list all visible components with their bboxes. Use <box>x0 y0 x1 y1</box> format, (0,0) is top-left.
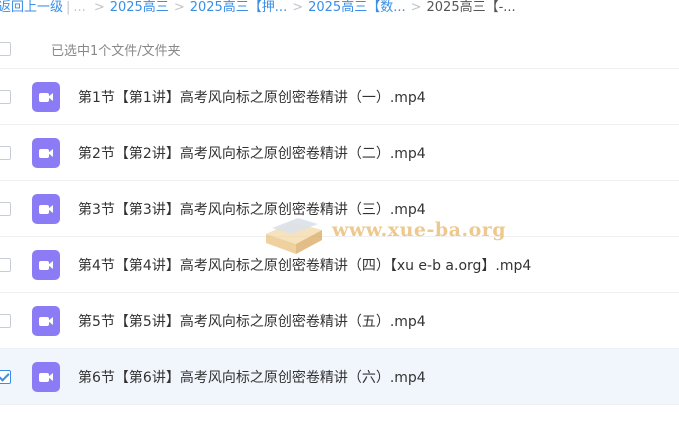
breadcrumb-separator: > <box>93 0 105 15</box>
file-name[interactable]: 第3节【第3讲】高考风向标之原创密卷精讲（三）.mp4 <box>78 199 426 219</box>
list-header: 已选中1个文件/文件夹 <box>0 30 679 69</box>
file-name[interactable]: 第6节【第6讲】高考风向标之原创密卷精讲（六）.mp4 <box>78 367 426 387</box>
breadcrumb-separator: > <box>410 0 422 15</box>
video-file-icon <box>32 137 60 168</box>
row-checkbox[interactable] <box>0 369 11 384</box>
file-row[interactable]: 第2节【第2讲】高考风向标之原创密卷精讲（二）.mp4 <box>0 125 679 181</box>
breadcrumb-bar-separator: | <box>66 0 71 15</box>
breadcrumb-item[interactable]: 2025高三【数... <box>308 0 405 16</box>
breadcrumb-current: 2025高三【-... <box>426 0 516 15</box>
file-name[interactable]: 第5节【第5讲】高考风向标之原创密卷精讲（五）.mp4 <box>78 311 426 331</box>
file-list: 第1节【第1讲】高考风向标之原创密卷精讲（一）.mp4 第2节【第2讲】高考风向… <box>0 69 679 405</box>
file-row[interactable]: 第3节【第3讲】高考风向标之原创密卷精讲（三）.mp4 <box>0 181 679 237</box>
file-row[interactable]: 第6节【第6讲】高考风向标之原创密卷精讲（六）.mp4 <box>0 349 679 405</box>
file-row[interactable]: 第4节【第4讲】高考风向标之原创密卷精讲（四）【xu e-b a.org】.mp… <box>0 237 679 293</box>
breadcrumb-ellipsis[interactable]: ... <box>73 0 85 16</box>
file-row[interactable]: 第1节【第1讲】高考风向标之原创密卷精讲（一）.mp4 <box>0 69 679 125</box>
row-checkbox[interactable] <box>0 257 11 272</box>
select-all-checkbox[interactable] <box>0 42 11 56</box>
row-checkbox[interactable] <box>0 201 11 216</box>
breadcrumb-item[interactable]: 2025高三 <box>110 0 169 16</box>
file-name[interactable]: 第1节【第1讲】高考风向标之原创密卷精讲（一）.mp4 <box>78 87 426 107</box>
file-name[interactable]: 第4节【第4讲】高考风向标之原创密卷精讲（四）【xu e-b a.org】.mp… <box>78 255 531 275</box>
breadcrumb-item[interactable]: 2025高三【押... <box>190 0 287 16</box>
video-file-icon <box>32 81 60 112</box>
video-file-icon <box>32 361 60 392</box>
video-file-icon <box>32 193 60 224</box>
video-file-icon <box>32 249 60 280</box>
file-row[interactable]: 第5节【第5讲】高考风向标之原创密卷精讲（五）.mp4 <box>0 293 679 349</box>
breadcrumb-separator: > <box>292 0 304 15</box>
back-link[interactable]: 返回上一级 <box>0 0 63 16</box>
breadcrumb: 返回上一级 | ... > 2025高三 > 2025高三【押... > 202… <box>0 0 679 16</box>
breadcrumb-separator: > <box>173 0 185 15</box>
video-file-icon <box>32 305 60 336</box>
row-checkbox[interactable] <box>0 145 11 160</box>
file-name[interactable]: 第2节【第2讲】高考风向标之原创密卷精讲（二）.mp4 <box>78 143 426 163</box>
row-checkbox[interactable] <box>0 313 11 328</box>
selection-count-label: 已选中1个文件/文件夹 <box>51 43 181 59</box>
row-checkbox[interactable] <box>0 89 11 104</box>
